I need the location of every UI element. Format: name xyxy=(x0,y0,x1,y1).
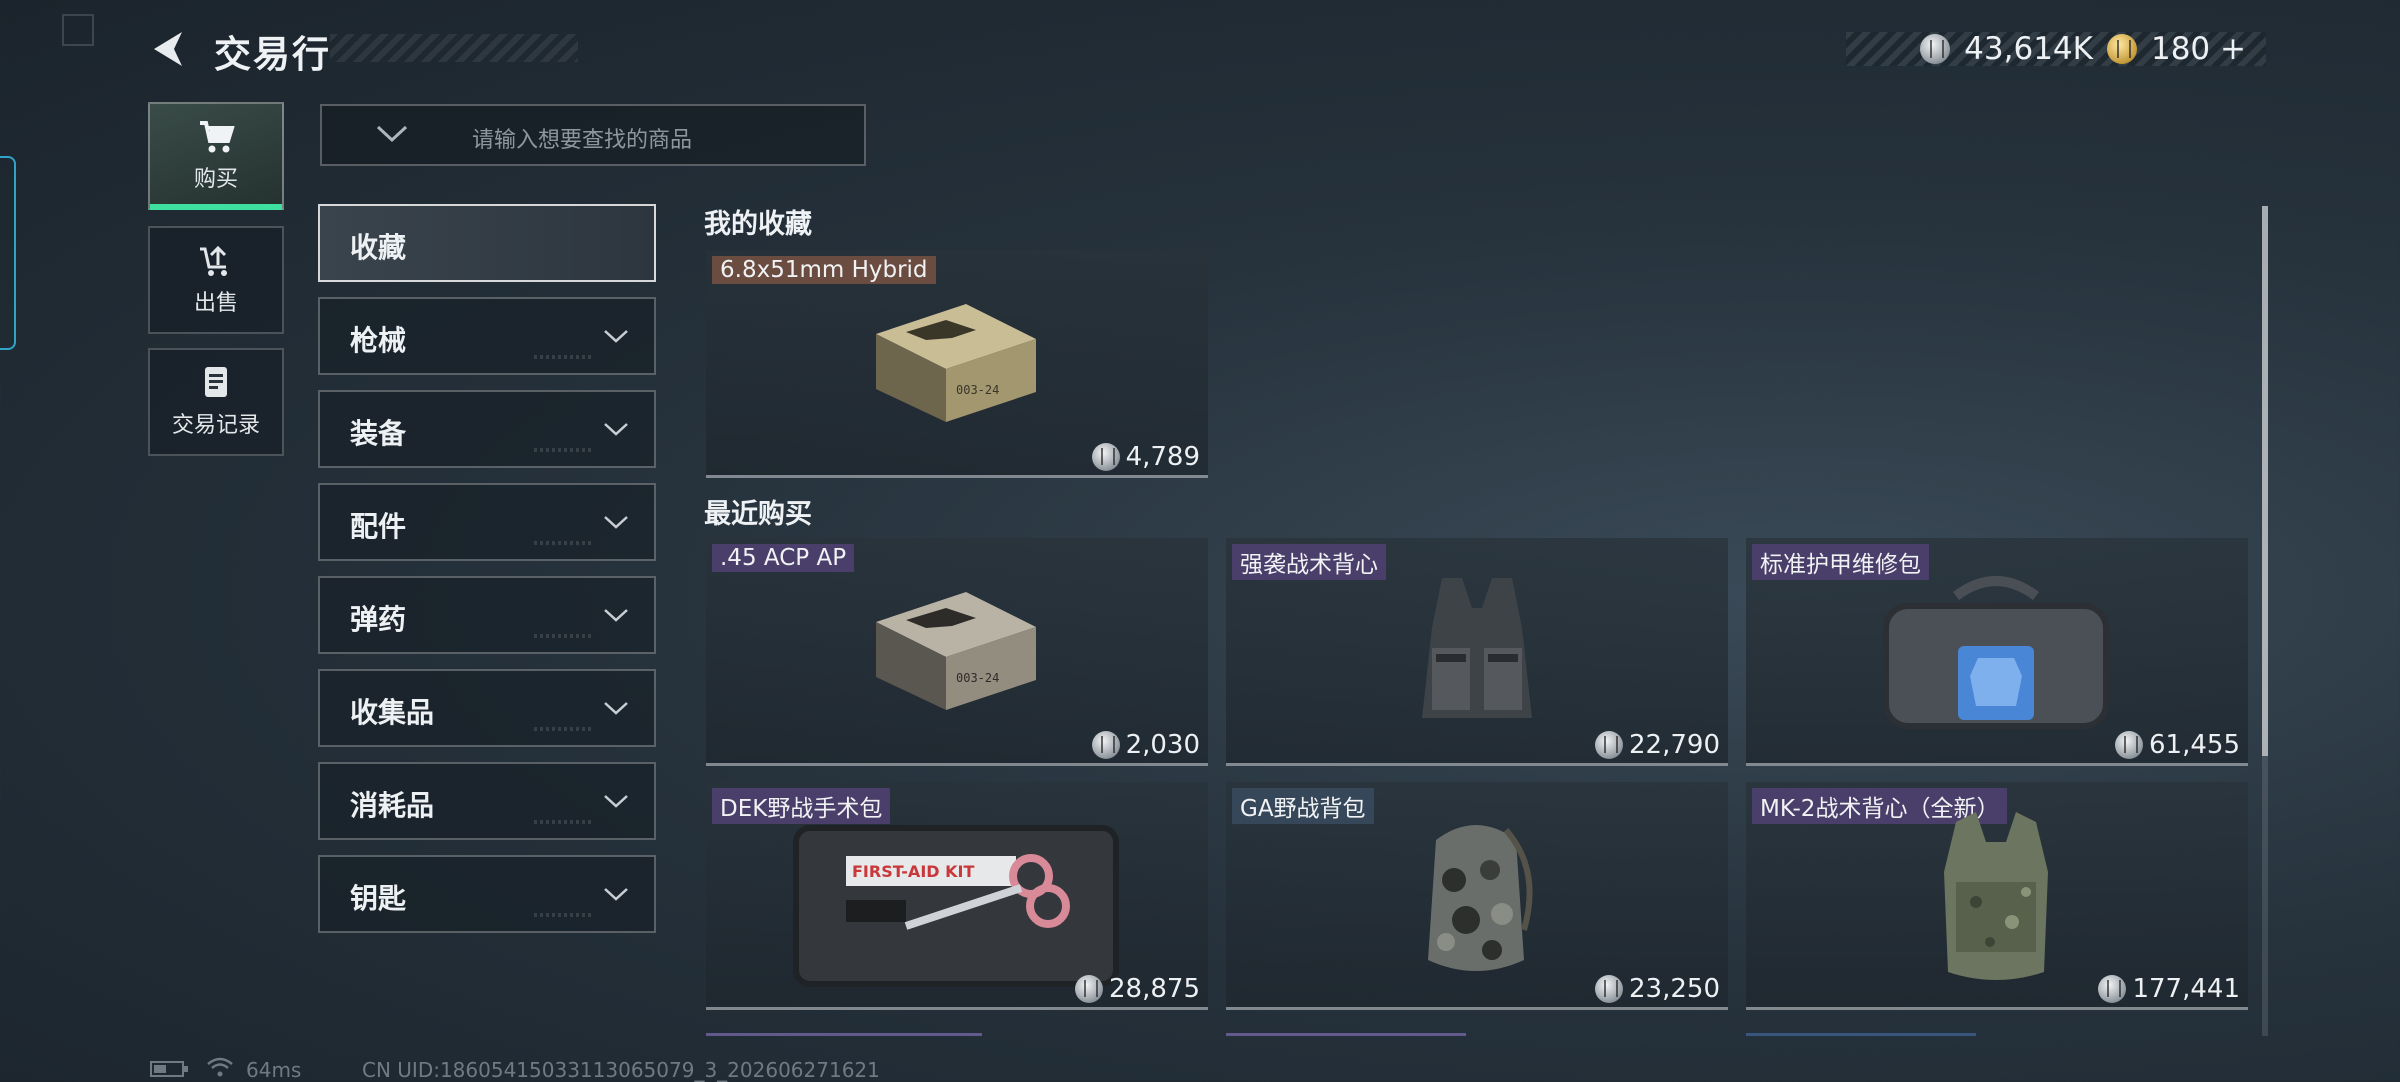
repair-kit-bag-image xyxy=(1883,576,2109,729)
side-edge-handle[interactable] xyxy=(0,156,16,350)
svg-text:FIRST-AID KIT: FIRST-AID KIT xyxy=(852,862,974,881)
favorites-section-title: 我的收藏 xyxy=(704,209,812,240)
chevron-down-icon xyxy=(604,795,628,808)
item-name: GA野战背包 xyxy=(1232,788,1374,824)
item-price: 28,875 xyxy=(1075,974,1200,1004)
first-aid-kit-image: FIRST-AID KIT xyxy=(793,825,1119,987)
chevron-down-icon[interactable] xyxy=(374,122,410,146)
item-name: 强袭战术背心 xyxy=(1232,544,1386,580)
gold-coin-icon xyxy=(2106,34,2137,64)
svg-text:003-24: 003-24 xyxy=(956,671,999,685)
scrollbar-thumb[interactable] xyxy=(2262,206,2268,756)
player-uid: CN UID:18605415033113065079_3_2026062716… xyxy=(362,1058,880,1082)
title-stripe-decoration xyxy=(330,34,578,62)
category-firearms[interactable]: 枪械 xyxy=(318,297,656,375)
chevron-down-icon xyxy=(604,516,628,529)
category-favorites[interactable]: 收藏 xyxy=(318,204,656,282)
chevron-down-icon xyxy=(604,609,628,622)
item-card-ga-field-backpack[interactable]: GA野战背包 23,250 xyxy=(1226,782,1728,1010)
nav-sell-label: 出售 xyxy=(193,291,238,316)
ammo-box-image: 003-24 xyxy=(876,304,1036,422)
item-card-assault-tactical-vest[interactable]: 强袭战术背心 22,790 xyxy=(1226,538,1728,766)
category-equipment[interactable]: 装备 xyxy=(318,390,656,468)
item-price: 61,455 xyxy=(2115,730,2240,760)
corner-frame-decoration xyxy=(62,14,94,46)
next-row-card-edge xyxy=(1226,1033,1466,1036)
silver-coin-icon xyxy=(2098,975,2127,1003)
ammo-box-image: 003-24 xyxy=(876,592,1036,710)
item-card-armor-repair-kit[interactable]: 标准护甲维修包 61,455 xyxy=(1746,538,2248,766)
recent-section-title: 最近购买 xyxy=(704,499,812,530)
svg-text:003-24: 003-24 xyxy=(956,383,999,397)
item-name: .45 ACP AP xyxy=(712,544,855,572)
item-price: 2,030 xyxy=(1091,730,1200,760)
item-name: 6.8x51mm Hybrid xyxy=(712,256,936,284)
ping-value: 64ms xyxy=(246,1058,302,1082)
cart-icon xyxy=(200,121,235,153)
record-list-icon xyxy=(205,367,227,397)
nav-sell[interactable]: 出售 xyxy=(148,226,284,334)
item-card-favorite-6-8x51mm[interactable]: 6.8x51mm Hybrid 003-24 4,789 xyxy=(706,250,1208,478)
nav-trade-records[interactable]: 交易记录 xyxy=(148,348,284,456)
search-input[interactable]: 请输入想要查找的商品 xyxy=(320,104,866,166)
chevron-down-icon xyxy=(604,330,628,343)
gold-balance[interactable]: 180 + xyxy=(2151,31,2246,67)
silver-coin-icon xyxy=(1595,731,1624,759)
category-collectibles[interactable]: 收集品 xyxy=(318,669,656,747)
silver-coin-icon xyxy=(1075,975,1104,1003)
category-consumables[interactable]: 消耗品 xyxy=(318,762,656,840)
item-card-dek-surgical-kit[interactable]: DEK野战手术包 FIRST-AID KIT 28,875 xyxy=(706,782,1208,1010)
category-ammo[interactable]: 弹药 xyxy=(318,576,656,654)
search-placeholder: 请输入想要查找的商品 xyxy=(472,128,693,153)
silver-coin-icon xyxy=(1595,975,1624,1003)
nav-trade-records-label: 交易记录 xyxy=(171,413,260,438)
item-price: 22,790 xyxy=(1595,730,1720,760)
nav-buy[interactable]: 购买 xyxy=(148,102,284,210)
silver-coin-icon xyxy=(1091,443,1120,471)
item-price: 177,441 xyxy=(2098,974,2240,1004)
item-card-45-acp-ap[interactable]: .45 ACP AP 003-24 2,030 xyxy=(706,538,1208,766)
next-row-card-edge xyxy=(1746,1033,1976,1036)
nav-buy-label: 购买 xyxy=(193,167,238,192)
tactical-vest-image xyxy=(1422,578,1532,718)
item-card-mk2-tactical-vest[interactable]: MK-2战术背心（全新） 177,441 xyxy=(1746,782,2248,1010)
sell-upload-icon xyxy=(200,245,227,276)
page-title: 交易行 xyxy=(214,33,331,76)
silver-balance: 43,614K xyxy=(1964,31,2093,67)
field-backpack-image xyxy=(1428,825,1533,971)
chevron-down-icon xyxy=(604,702,628,715)
currency-bar: 43,614K 180 + xyxy=(1846,31,2266,67)
back-arrow-icon[interactable] xyxy=(148,28,188,70)
silver-coin-icon xyxy=(2115,731,2144,759)
item-price: 4,789 xyxy=(1091,442,1200,472)
chevron-down-icon xyxy=(604,423,628,436)
silver-coin-icon xyxy=(1920,34,1951,64)
chevron-down-icon xyxy=(604,888,628,901)
silver-coin-icon xyxy=(1091,731,1120,759)
category-attachments[interactable]: 配件 xyxy=(318,483,656,561)
wifi-icon xyxy=(207,1057,233,1077)
add-gold-button[interactable]: + xyxy=(2220,31,2246,67)
battery-icon xyxy=(150,1061,188,1077)
category-keys[interactable]: 钥匙 xyxy=(318,855,656,933)
next-row-card-edge xyxy=(706,1033,982,1036)
armored-vest-image xyxy=(1944,812,2048,980)
item-price: 23,250 xyxy=(1595,974,1720,1004)
